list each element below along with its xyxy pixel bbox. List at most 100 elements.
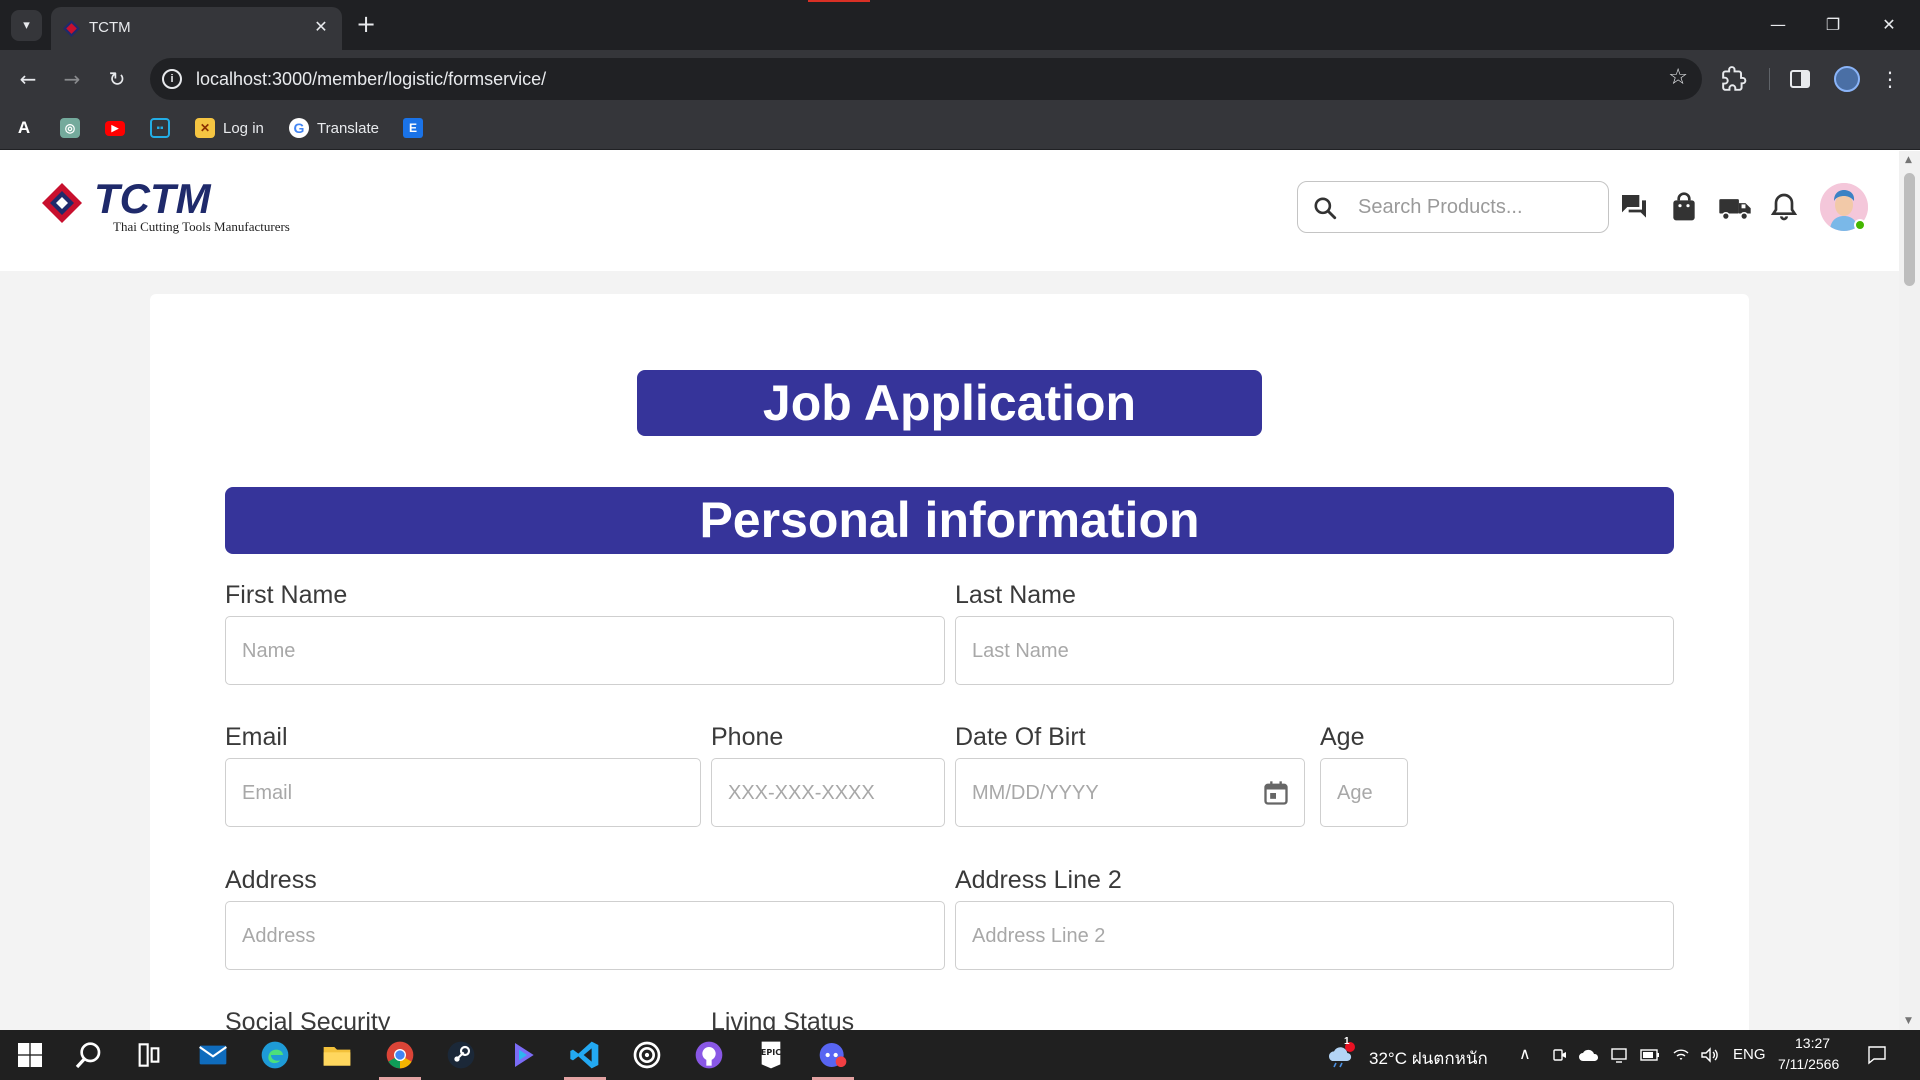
restore-button[interactable]: ❐ bbox=[1818, 12, 1848, 38]
reload-button[interactable]: ↻ bbox=[102, 64, 132, 94]
dob-label: Date Of Birt bbox=[955, 723, 1086, 751]
shopping-bag-icon[interactable] bbox=[1668, 191, 1700, 223]
online-status-dot bbox=[1854, 219, 1866, 231]
email-field[interactable] bbox=[225, 758, 701, 827]
bookmark-e[interactable]: E bbox=[403, 116, 423, 140]
phone-input[interactable] bbox=[728, 777, 928, 809]
weather-text[interactable]: 32°C ฝนตกหนัก bbox=[1369, 1045, 1488, 1072]
email-input[interactable] bbox=[242, 777, 684, 809]
battery-icon[interactable] bbox=[1640, 1048, 1660, 1062]
last-name-field[interactable] bbox=[955, 616, 1674, 685]
weather-badge: 1 bbox=[1344, 1036, 1350, 1047]
chat-icon[interactable] bbox=[1618, 191, 1650, 223]
bell-icon[interactable] bbox=[1768, 191, 1800, 223]
close-window-button[interactable]: ✕ bbox=[1874, 12, 1904, 38]
windows-start-icon[interactable] bbox=[13, 1039, 47, 1071]
back-button[interactable]: ← bbox=[13, 64, 43, 94]
weather-icon[interactable] bbox=[1326, 1041, 1356, 1069]
svg-text:EPIC: EPIC bbox=[761, 1048, 781, 1057]
a-letter-icon: A bbox=[17, 118, 31, 137]
mail-icon[interactable] bbox=[196, 1039, 230, 1071]
forward-button[interactable]: → bbox=[57, 64, 87, 94]
vscode-icon[interactable] bbox=[568, 1039, 602, 1071]
notifications-icon[interactable] bbox=[1866, 1044, 1888, 1066]
dob-field[interactable] bbox=[955, 758, 1305, 827]
profile-avatar[interactable] bbox=[1834, 66, 1860, 92]
side-panel-icon[interactable] bbox=[1788, 67, 1812, 91]
file-explorer-icon[interactable] bbox=[320, 1039, 354, 1071]
search-icon bbox=[1314, 197, 1337, 220]
scroll-thumb[interactable] bbox=[1904, 173, 1915, 286]
bookmark-login[interactable]: ✕ Log in bbox=[195, 116, 264, 140]
phone-field[interactable] bbox=[711, 758, 945, 827]
ubisoft-icon[interactable] bbox=[630, 1039, 664, 1071]
extensions-icon[interactable] bbox=[1721, 66, 1747, 92]
wifi-icon[interactable] bbox=[1672, 1046, 1690, 1064]
age-field[interactable] bbox=[1320, 758, 1408, 827]
task-view-icon[interactable] bbox=[132, 1039, 166, 1071]
site-info-icon[interactable]: i bbox=[162, 69, 182, 89]
bookmarks-bar: A ◎ ▶ ▪▪ ✕ Log in G Translate E bbox=[0, 108, 1920, 150]
address2-label: Address Line 2 bbox=[955, 866, 1122, 894]
application-form-card: Job Application Personal information Fir… bbox=[150, 294, 1749, 1030]
dob-input[interactable] bbox=[972, 777, 1222, 809]
address-input[interactable] bbox=[242, 920, 928, 952]
bookmark-bilibili[interactable]: ▪▪ bbox=[150, 116, 170, 140]
address-bar[interactable]: i localhost:3000/member/logistic/formser… bbox=[150, 58, 1702, 100]
tab-search-button[interactable]: ▾ bbox=[11, 10, 42, 41]
epic-games-icon[interactable]: EPIC bbox=[754, 1039, 788, 1071]
clock-time[interactable]: 13:27 bbox=[1795, 1035, 1830, 1051]
volume-icon[interactable] bbox=[1700, 1046, 1720, 1064]
language-indicator[interactable]: ENG bbox=[1733, 1046, 1766, 1063]
living-status-label: Living Status bbox=[711, 1008, 855, 1030]
bookmark-translate[interactable]: G Translate bbox=[289, 116, 379, 140]
first-name-input[interactable] bbox=[242, 635, 928, 667]
tctm-favicon-icon bbox=[63, 20, 80, 37]
browser-toolbar: ← → ↻ i localhost:3000/member/logistic/f… bbox=[0, 50, 1920, 108]
address-field[interactable] bbox=[225, 901, 945, 970]
show-hidden-icons-icon[interactable]: ∧ bbox=[1519, 1044, 1531, 1064]
windows-taskbar: EPIC 1 32°C ฝนตกหนัก ∧ ENG 13:27 7/11/25… bbox=[0, 1030, 1920, 1080]
clock-date[interactable]: 7/11/2566 bbox=[1778, 1056, 1839, 1072]
tab-close-icon[interactable]: ✕ bbox=[310, 16, 332, 38]
product-search[interactable] bbox=[1297, 181, 1609, 233]
first-name-label: First Name bbox=[225, 581, 348, 609]
bookmark-star-icon[interactable]: ☆ bbox=[1668, 65, 1688, 90]
steam-icon[interactable] bbox=[444, 1039, 478, 1071]
search-taskbar-icon[interactable] bbox=[72, 1039, 106, 1071]
onedrive-icon[interactable] bbox=[1578, 1047, 1600, 1063]
tab-tctm[interactable]: TCTM ✕ bbox=[51, 7, 342, 50]
display-icon[interactable] bbox=[1610, 1046, 1628, 1064]
meet-now-icon[interactable] bbox=[1552, 1047, 1568, 1063]
chrome-icon[interactable] bbox=[383, 1039, 417, 1071]
last-name-input[interactable] bbox=[972, 635, 1657, 667]
chatgpt-icon: ◎ bbox=[60, 118, 80, 138]
address2-field[interactable] bbox=[955, 901, 1674, 970]
truck-icon[interactable] bbox=[1718, 191, 1752, 223]
bookmark-chatgpt[interactable]: ◎ bbox=[60, 116, 80, 140]
bookmark-a[interactable]: A bbox=[14, 116, 34, 140]
search-input[interactable] bbox=[1358, 192, 1593, 222]
bilibili-icon: ▪▪ bbox=[150, 118, 170, 138]
edge-icon[interactable] bbox=[258, 1039, 292, 1071]
toolbar-divider bbox=[1769, 68, 1770, 90]
new-tab-button[interactable]: + bbox=[352, 10, 380, 38]
github-icon[interactable] bbox=[692, 1039, 726, 1071]
browser-menu-icon[interactable]: ⋮ bbox=[1880, 64, 1900, 94]
email-label: Email bbox=[225, 723, 288, 751]
section-title: Personal information bbox=[225, 487, 1674, 554]
tab-title: TCTM bbox=[89, 19, 131, 36]
scroll-up-arrow-icon[interactable]: ▲ bbox=[1905, 155, 1912, 165]
discord-icon[interactable] bbox=[816, 1039, 850, 1071]
tctm-logo[interactable]: TCTM Thai Cutting Tools Manufacturers bbox=[38, 179, 308, 235]
minimize-button[interactable]: — bbox=[1763, 12, 1793, 38]
age-input[interactable] bbox=[1337, 777, 1391, 809]
phone-label: Phone bbox=[711, 723, 784, 751]
page-scrollbar[interactable]: ▲ ▼ bbox=[1899, 151, 1920, 1030]
first-name-field[interactable] bbox=[225, 616, 945, 685]
scroll-down-arrow-icon[interactable]: ▼ bbox=[1905, 1016, 1912, 1026]
bookmark-youtube[interactable]: ▶ bbox=[105, 116, 125, 140]
calendar-icon[interactable] bbox=[1262, 779, 1290, 807]
address2-input[interactable] bbox=[972, 920, 1657, 952]
copilot-icon[interactable] bbox=[506, 1039, 540, 1071]
